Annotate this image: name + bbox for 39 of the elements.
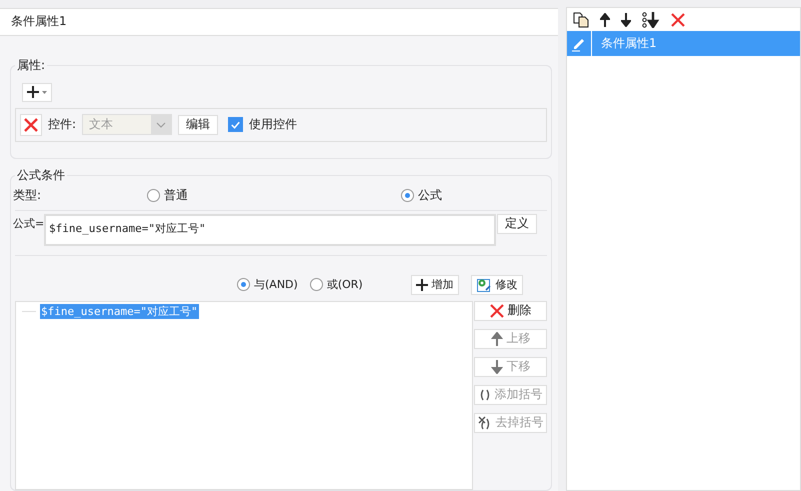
define-button[interactable]: 定义 [497,214,537,234]
list-item[interactable]: 条件属性1 [567,31,800,56]
brackets-icon [478,388,490,401]
delete-button[interactable] [20,114,42,136]
add-button[interactable]: 增加 [410,274,459,295]
up-arrow-icon [490,332,502,346]
close-icon[interactable] [671,12,685,26]
checkbox-label: 使用控件 [249,116,298,134]
move-bottom-icon[interactable] [642,12,660,28]
radio-label: 或(OR) [326,277,363,292]
plus-icon [416,278,428,291]
up-arrow-icon[interactable] [600,12,610,26]
radio-button[interactable] [310,278,323,292]
chevron-down-icon [156,122,166,128]
formula-label: 公式= [13,216,46,231]
radio-label: 普通 [164,187,188,204]
condition-item[interactable]: $fine_username="对应工号" [40,304,199,319]
close-icon [23,116,39,133]
copy-icon[interactable] [573,12,589,28]
checkbox[interactable] [228,117,244,132]
edit-button[interactable]: 编辑 [178,114,218,135]
close-icon [490,304,504,318]
down-arrow-icon[interactable] [621,12,631,26]
radio-label: 与(AND) [254,277,298,292]
control-label: 控件: [48,116,76,134]
formula-field[interactable]: $fine_username="对应工号" [44,214,496,246]
radio-label: 公式 [418,187,442,204]
radio-button[interactable] [401,189,414,202]
delete-button[interactable]: 删除 [474,300,547,321]
radio-button[interactable] [237,278,250,292]
panel-title: 条件属性1 [11,13,67,30]
remove-brackets-icon [478,416,492,430]
radio-button[interactable] [147,189,160,202]
type-label: 类型: [13,187,42,204]
add-property-button[interactable] [22,82,52,102]
down-arrow-icon [490,360,502,374]
modify-button[interactable]: 修改 [470,274,523,295]
gear-edit-icon [476,276,492,293]
plus-caret-icon [26,85,48,100]
